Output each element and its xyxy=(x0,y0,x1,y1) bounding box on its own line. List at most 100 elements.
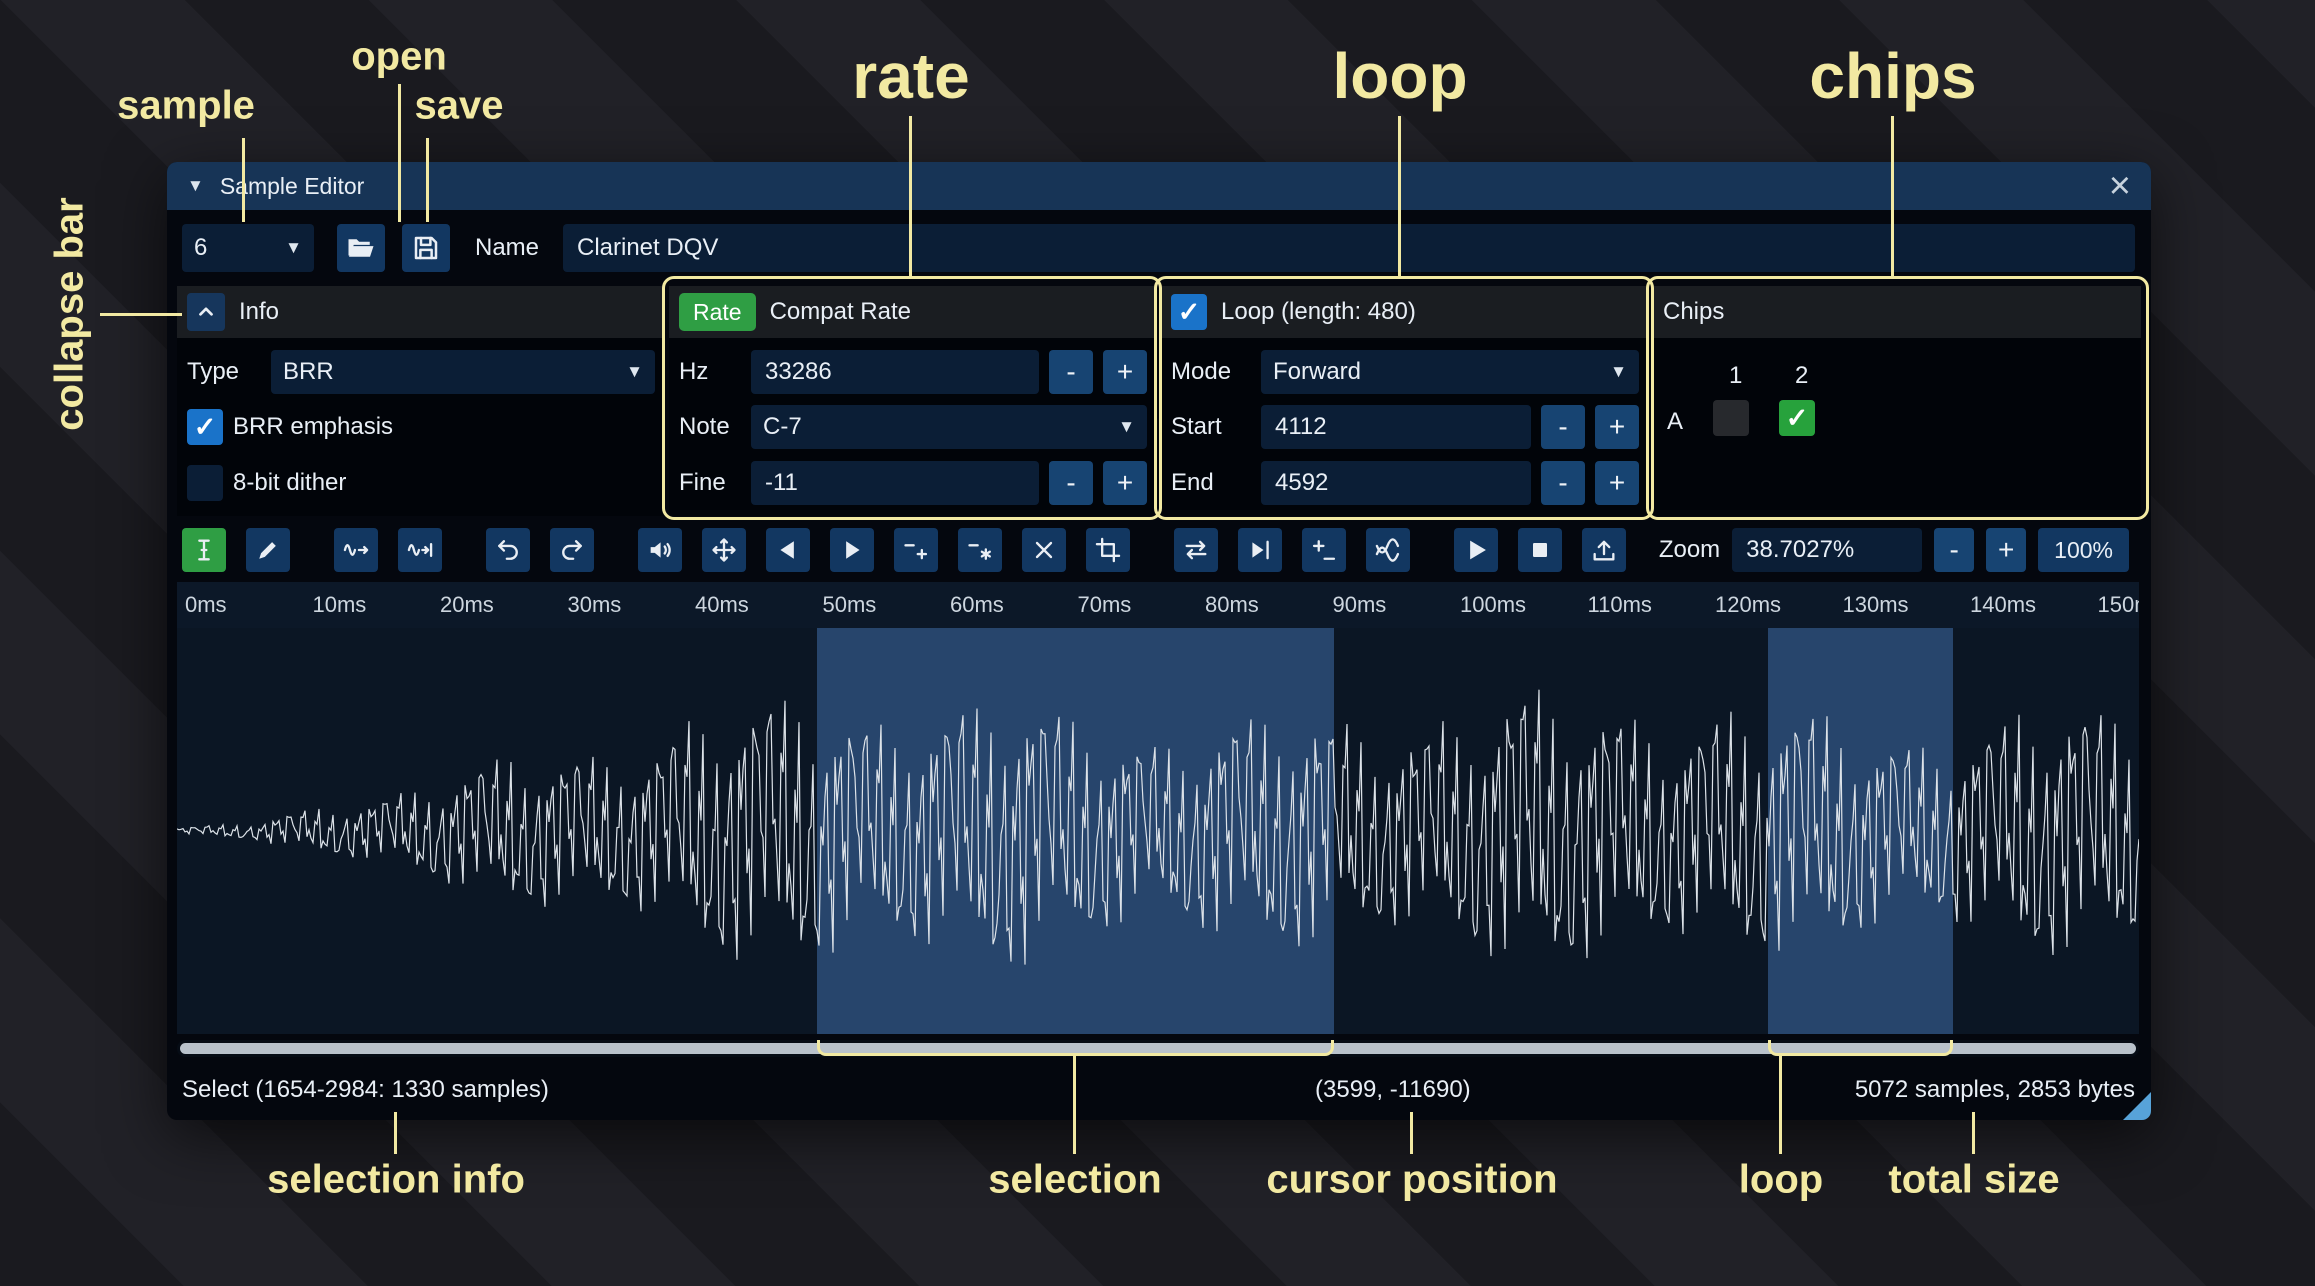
chevron-down-icon: ▼ xyxy=(626,362,643,382)
undo-button[interactable] xyxy=(486,528,530,572)
hz-input[interactable] xyxy=(751,350,1039,394)
minus-star-icon xyxy=(966,536,994,564)
dither-label: 8-bit dither xyxy=(233,469,346,497)
info-header: Info xyxy=(177,286,665,338)
ruler-label: 40ms xyxy=(695,592,749,618)
ruler-label: 80ms xyxy=(1205,592,1259,618)
trim-button[interactable] xyxy=(1086,528,1130,572)
name-label: Name xyxy=(475,224,539,272)
insert-silence-button[interactable] xyxy=(894,528,938,572)
fade-out-button[interactable] xyxy=(830,528,874,572)
loop-checkbox[interactable]: ✓ xyxy=(1171,294,1207,330)
waveform-view[interactable] xyxy=(177,628,2139,1034)
scrollbar-thumb[interactable] xyxy=(180,1043,2136,1054)
ruler-label: 150ms xyxy=(2098,592,2140,618)
rate-header-label: Compat Rate xyxy=(770,298,911,326)
apply-silence-button[interactable] xyxy=(958,528,1002,572)
ruler-label: 100ms xyxy=(1460,592,1526,618)
fine-minus-button[interactable]: - xyxy=(1049,461,1093,505)
chips-body: 1 2 A ✓ xyxy=(1653,338,2141,516)
chips-column-2-label: 2 xyxy=(1795,362,1808,390)
annotation-line-loop-marker xyxy=(1779,1056,1782,1154)
loop-mode-value: Forward xyxy=(1273,358,1361,386)
close-button[interactable]: × xyxy=(2109,167,2131,205)
crop-icon xyxy=(1094,536,1122,564)
save-button[interactable] xyxy=(402,224,450,272)
fade-in-button[interactable] xyxy=(766,528,810,572)
loop-end-input[interactable] xyxy=(1261,461,1531,505)
rate-button[interactable]: Rate xyxy=(679,293,756,331)
loop-mode-select[interactable]: Forward ▼ xyxy=(1261,350,1639,394)
rate-body: Hz - + Note C-7 ▼ Fine - + xyxy=(669,338,1157,516)
dither-checkbox[interactable] xyxy=(187,465,223,501)
loop-start-minus-button[interactable]: - xyxy=(1541,405,1585,449)
sample-name-input[interactable] xyxy=(563,224,2135,272)
select-tool-button[interactable] xyxy=(182,528,226,572)
note-select[interactable]: C-7 ▼ xyxy=(751,405,1147,449)
delete-button[interactable] xyxy=(1022,528,1066,572)
signed-unsigned-button[interactable] xyxy=(1302,528,1346,572)
hz-minus-button[interactable]: - xyxy=(1049,350,1093,394)
annotation-selection: selection xyxy=(988,1158,1161,1203)
ruler-label: 0ms xyxy=(185,592,227,618)
resample-button[interactable] xyxy=(398,528,442,572)
annotation-loop: loop xyxy=(1332,39,1467,113)
chips-header-label: Chips xyxy=(1663,298,1724,326)
create-wavetable-button[interactable] xyxy=(1582,528,1626,572)
normalize-button[interactable] xyxy=(702,528,746,572)
apply-filter-button[interactable] xyxy=(1366,528,1410,572)
status-total-size: 5072 samples, 2853 bytes xyxy=(1855,1076,2135,1104)
preview-button[interactable] xyxy=(1454,528,1498,572)
zoom-label: Zoom xyxy=(1659,536,1720,564)
fine-plus-button[interactable]: + xyxy=(1103,461,1147,505)
chevron-up-icon xyxy=(195,301,217,323)
loop-body: Mode Forward ▼ Start - + End - + xyxy=(1161,338,1649,516)
reverse-button[interactable] xyxy=(1174,528,1218,572)
resize-button[interactable] xyxy=(334,528,378,572)
amplify-button[interactable] xyxy=(638,528,682,572)
type-value: BRR xyxy=(283,358,334,386)
ruler-label: 10ms xyxy=(313,592,367,618)
sample-number-select[interactable]: 6 ▼ xyxy=(182,224,314,272)
sections: Info Type BRR ▼ ✓ BRR emphasis 8-bit dit… xyxy=(177,286,2141,516)
chip-1-checkbox[interactable] xyxy=(1713,400,1749,436)
invert-button[interactable] xyxy=(1238,528,1282,572)
loop-end-plus-button[interactable]: + xyxy=(1595,461,1639,505)
rate-section: Rate Compat Rate Hz - + Note C-7 ▼ xyxy=(669,286,1157,516)
sample-editor-window: ▼ Sample Editor × 6 ▼ Name Info xyxy=(167,162,2151,1120)
draw-tool-button[interactable] xyxy=(246,528,290,572)
loop-header: ✓ Loop (length: 480) xyxy=(1161,286,1649,338)
open-button[interactable] xyxy=(337,224,385,272)
type-select[interactable]: BRR ▼ xyxy=(271,350,655,394)
annotation-line-rate xyxy=(909,116,912,276)
info-collapse-button[interactable] xyxy=(187,293,225,331)
ruler[interactable]: 0ms10ms20ms30ms40ms50ms60ms70ms80ms90ms1… xyxy=(177,582,2139,628)
wave-resample-icon xyxy=(406,536,434,564)
move-icon xyxy=(710,536,738,564)
horizontal-scrollbar[interactable] xyxy=(177,1040,2139,1057)
ruler-label: 140ms xyxy=(1970,592,2036,618)
annotation-loop-marker: loop xyxy=(1739,1158,1823,1203)
loop-start-input[interactable] xyxy=(1261,405,1531,449)
minus-plus-icon xyxy=(902,536,930,564)
toolbar: Zoom - + 100% xyxy=(177,524,2141,576)
rate-header: Rate Compat Rate xyxy=(669,286,1157,338)
redo-button[interactable] xyxy=(550,528,594,572)
chip-2-checkbox[interactable]: ✓ xyxy=(1779,400,1815,436)
loop-end-minus-button[interactable]: - xyxy=(1541,461,1585,505)
fine-input[interactable] xyxy=(751,461,1039,505)
hz-plus-button[interactable]: + xyxy=(1103,350,1147,394)
loop-start-plus-button[interactable]: + xyxy=(1595,405,1639,449)
zoom-input[interactable] xyxy=(1732,528,1922,572)
tri-left-icon xyxy=(774,536,802,564)
window-collapse-icon[interactable]: ▼ xyxy=(187,176,204,196)
stop-preview-button[interactable] xyxy=(1518,528,1562,572)
zoom-out-button[interactable]: - xyxy=(1934,528,1974,572)
ruler-label: 110ms xyxy=(1588,592,1652,618)
zoom-in-button[interactable]: + xyxy=(1986,528,2026,572)
zoom-reset-button[interactable]: 100% xyxy=(2038,528,2129,572)
note-value: C-7 xyxy=(763,413,802,441)
ruler-label: 70ms xyxy=(1078,592,1132,618)
annotation-total-size: total size xyxy=(1888,1158,2059,1203)
brr-emphasis-checkbox[interactable]: ✓ xyxy=(187,409,223,445)
